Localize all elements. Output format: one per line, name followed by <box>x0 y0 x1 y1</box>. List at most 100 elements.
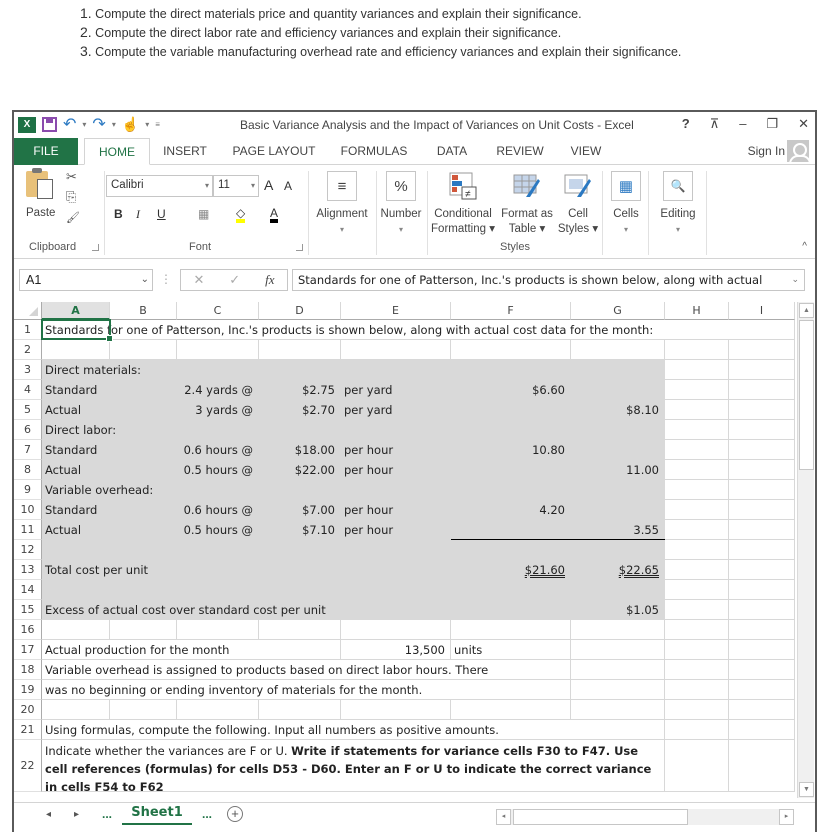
cell-g13[interactable]: $22.65 <box>571 560 659 580</box>
grid-cell[interactable] <box>571 640 665 660</box>
expand-formula-bar-icon[interactable]: ⌄ <box>787 275 799 285</box>
grid-cell[interactable] <box>451 700 571 720</box>
shrink-font-button[interactable]: A <box>284 179 292 193</box>
row-header[interactable]: 8 <box>14 460 42 480</box>
grid-cell[interactable] <box>665 740 729 792</box>
bold-button[interactable]: B <box>114 207 123 221</box>
cell-d11[interactable]: $7.10 <box>259 520 335 540</box>
row-header[interactable]: 7 <box>14 440 42 460</box>
redo-icon[interactable]: ↷ <box>92 116 105 133</box>
grid-cell[interactable] <box>665 500 729 520</box>
cell-e7[interactable]: per hour <box>344 440 393 460</box>
cell-e17[interactable]: 13,500 <box>341 640 445 660</box>
grid-cell[interactable] <box>665 660 729 680</box>
row-header[interactable]: 2 <box>14 340 42 360</box>
grid-cell[interactable] <box>729 640 795 660</box>
borders-icon[interactable]: ▦ <box>198 207 209 221</box>
vertical-scrollbar[interactable]: ▲ ▼ <box>797 302 814 798</box>
grid-cell[interactable] <box>665 620 729 640</box>
cell-a6[interactable]: Direct labor: <box>45 420 116 440</box>
row-header[interactable]: 18 <box>14 660 42 680</box>
grid-cell[interactable] <box>42 620 110 640</box>
cell-c11[interactable]: 0.5 hours @ <box>110 520 253 540</box>
row-header[interactable]: 16 <box>14 620 42 640</box>
grid-cell[interactable] <box>341 700 451 720</box>
restore-icon[interactable]: ❐ <box>766 116 778 132</box>
grid-cell[interactable] <box>729 580 795 600</box>
cut-icon[interactable]: ✂ <box>66 169 77 185</box>
copy-icon[interactable]: ⎘ <box>66 189 76 205</box>
row-header[interactable]: 21 <box>14 720 42 740</box>
alignment-button[interactable]: ≡ Alignment ▾ <box>310 171 374 237</box>
grid-cell[interactable] <box>259 340 341 360</box>
grid-cell[interactable] <box>665 460 729 480</box>
scroll-left-icon[interactable]: ◂ <box>496 809 511 825</box>
cell-a1[interactable]: Standards for one of Patterson, Inc.'s p… <box>45 320 653 340</box>
row-header[interactable]: 20 <box>14 700 42 720</box>
cell-f10[interactable]: 4.20 <box>451 500 565 520</box>
cell-c5[interactable]: 3 yards @ <box>110 400 253 420</box>
grid-cell[interactable] <box>451 620 571 640</box>
tab-insert[interactable]: INSERT <box>160 138 210 165</box>
grid-cell[interactable] <box>42 340 110 360</box>
column-header-h[interactable]: H <box>665 302 729 320</box>
cell-a22[interactable]: Indicate whether the variances are F or … <box>45 742 658 796</box>
cell-g8[interactable]: 11.00 <box>571 460 659 480</box>
cell-a18[interactable]: Variable overhead is assigned to product… <box>45 660 488 680</box>
cell-e4[interactable]: per yard <box>344 380 392 400</box>
conditional-formatting-button[interactable]: ≠ Conditional Formatting ▾ <box>430 171 496 237</box>
select-all-button[interactable] <box>14 302 42 320</box>
excel-logo-icon[interactable]: X <box>18 116 36 133</box>
cell-d10[interactable]: $7.00 <box>259 500 335 520</box>
cell-a3[interactable]: Direct materials: <box>45 360 141 380</box>
paste-button[interactable]: Paste <box>26 207 55 219</box>
column-header-d[interactable]: D <box>259 302 341 320</box>
grid-cell[interactable] <box>729 540 795 560</box>
row-header[interactable]: 13 <box>14 560 42 580</box>
tab-data[interactable]: DATA <box>432 138 472 165</box>
cell-c10[interactable]: 0.6 hours @ <box>110 500 253 520</box>
close-icon[interactable]: ✕ <box>798 116 809 132</box>
cell-a8[interactable]: Actual <box>45 460 81 480</box>
grid-cell[interactable] <box>665 720 729 740</box>
cell-d5[interactable]: $2.70 <box>259 400 335 420</box>
cell-e10[interactable]: per hour <box>344 500 393 520</box>
row-header[interactable]: 10 <box>14 500 42 520</box>
grid-cell[interactable] <box>729 460 795 480</box>
cell-a4[interactable]: Standard <box>45 380 97 400</box>
row-header[interactable]: 12 <box>14 540 42 560</box>
sign-in-label[interactable]: Sign In <box>748 144 785 158</box>
row-header[interactable]: 14 <box>14 580 42 600</box>
cell-a17[interactable]: Actual production for the month <box>45 640 229 660</box>
grid-cell[interactable] <box>729 520 795 540</box>
grid-cell[interactable] <box>571 340 665 360</box>
row-header[interactable]: 4 <box>14 380 42 400</box>
column-header-f[interactable]: F <box>451 302 571 320</box>
minimize-icon[interactable]: – <box>739 116 746 132</box>
font-color-icon[interactable]: A <box>270 207 279 223</box>
cell-g5[interactable]: $8.10 <box>571 400 659 420</box>
cell-c4[interactable]: 2.4 yards @ <box>110 380 253 400</box>
name-box[interactable]: A1 ⌄ <box>19 269 153 291</box>
grid-cell[interactable] <box>729 400 795 420</box>
cell-a9[interactable]: Variable overhead: <box>45 480 153 500</box>
tab-view[interactable]: VIEW <box>566 138 606 165</box>
vertical-scroll-thumb[interactable] <box>799 320 814 470</box>
grid-cell[interactable] <box>42 700 110 720</box>
grid-cell[interactable] <box>259 620 341 640</box>
grid-cell[interactable] <box>177 700 259 720</box>
grid-cell[interactable] <box>571 660 665 680</box>
cell-f13[interactable]: $21.60 <box>451 560 565 580</box>
row-header[interactable]: 3 <box>14 360 42 380</box>
scroll-right-icon[interactable]: ▸ <box>779 809 794 825</box>
scroll-up-icon[interactable]: ▲ <box>799 303 814 318</box>
grid-cell[interactable] <box>665 580 729 600</box>
grid-cell[interactable] <box>665 700 729 720</box>
column-header-e[interactable]: E <box>341 302 451 320</box>
cell-a5[interactable]: Actual <box>45 400 81 420</box>
fill-color-icon[interactable]: ◇ <box>236 207 246 223</box>
grid-cell[interactable] <box>177 620 259 640</box>
paste-icon[interactable] <box>26 168 53 199</box>
cell-f7[interactable]: 10.80 <box>451 440 565 460</box>
grid-cell[interactable] <box>729 420 795 440</box>
